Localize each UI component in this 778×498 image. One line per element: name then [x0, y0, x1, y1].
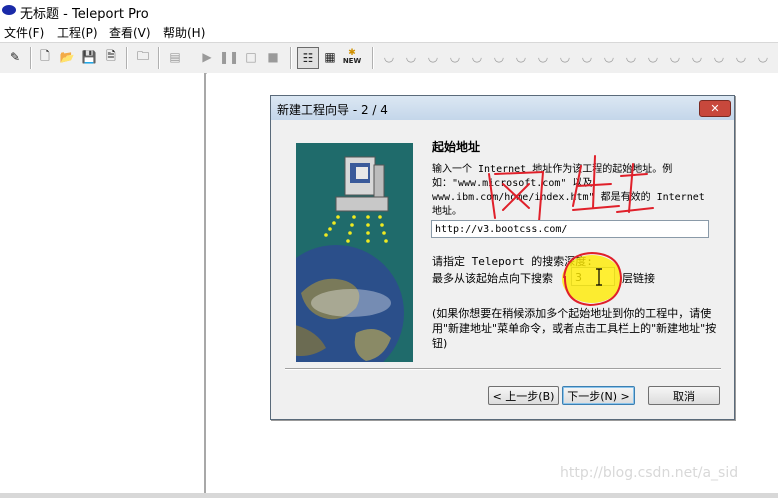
stop-filled-icon[interactable]: ■: [264, 48, 282, 66]
toolbar-separator: [126, 47, 128, 69]
bookmark-icon[interactable]: ◡: [380, 48, 398, 66]
toolbar-separator: [290, 47, 292, 69]
bookmark-icon[interactable]: ◡: [622, 48, 640, 66]
bookmark-icon[interactable]: ◡: [732, 48, 750, 66]
toolbar: ✎ 🗋 📂 💾 🗎 🗀 ▤ ▶ ❚❚ □ ■ ☷ ▦ ✱ NEW ◡ ◡ ◡ ◡ …: [0, 42, 778, 74]
stop-icon[interactable]: □: [242, 48, 260, 66]
project-properties-icon[interactable]: ✎: [6, 48, 24, 66]
wizard-illustration: [296, 143, 413, 362]
details-view-icon[interactable]: ☷: [297, 47, 319, 69]
computer-globe-illustration: [296, 143, 413, 362]
bookmark-icon[interactable]: ◡: [710, 48, 728, 66]
properties-icon[interactable]: 🗎: [102, 48, 120, 66]
depth-prefix-label: 最多从该起始点向下搜索: [432, 272, 553, 285]
cancel-button[interactable]: 取消: [648, 386, 720, 405]
bookmark-icon[interactable]: ◡: [402, 48, 420, 66]
open-folder-icon[interactable]: 📂: [58, 48, 76, 66]
menu-view[interactable]: 查看(V): [109, 24, 151, 41]
toolbar-separator: [158, 47, 160, 69]
window-title: 无标题 - Teleport Pro: [20, 7, 149, 22]
app-icon: [2, 5, 16, 15]
dialog-title-bar: 新建工程向导 - 2 / 4 ✕: [271, 96, 734, 120]
save-icon[interactable]: 💾: [80, 48, 98, 66]
menu-bar: 文件(F) 工程(P) 查看(V) 帮助(H): [0, 22, 778, 42]
bookmark-icon[interactable]: ◡: [556, 48, 574, 66]
toolbar-separator: [372, 47, 374, 69]
title-bar: 无标题 - Teleport Pro: [0, 0, 778, 22]
bookmark-icon[interactable]: ◡: [468, 48, 486, 66]
close-button[interactable]: ✕: [699, 100, 731, 117]
bookmark-icon[interactable]: ◡: [534, 48, 552, 66]
menu-file[interactable]: 文件(F): [4, 24, 44, 41]
start-address-input[interactable]: http://v3.bootcss.com/: [431, 220, 709, 238]
bookmark-icon[interactable]: ◡: [490, 48, 508, 66]
back-button[interactable]: < 上一步(B): [488, 386, 559, 405]
handwritten-annotation: [488, 155, 654, 223]
bookmark-icon[interactable]: ◡: [644, 48, 662, 66]
status-bar: [0, 493, 778, 498]
grid-view-icon[interactable]: ▦: [321, 48, 339, 66]
bookmark-icon[interactable]: ◡: [578, 48, 596, 66]
bookmark-icon[interactable]: ◡: [446, 48, 464, 66]
bookmark-icon[interactable]: ◡: [688, 48, 706, 66]
pause-icon[interactable]: ❚❚: [219, 48, 239, 66]
new-file-icon[interactable]: 🗋: [36, 48, 54, 66]
dialog-divider: [285, 368, 721, 370]
menu-help[interactable]: 帮助(H): [163, 24, 205, 41]
play-icon[interactable]: ▶: [198, 48, 216, 66]
toolbar-separator: [30, 47, 32, 69]
step-heading: 起始地址: [432, 140, 481, 154]
menu-project[interactable]: 工程(P): [57, 24, 98, 41]
new-badge: NEW: [342, 57, 362, 65]
dialog-title: 新建工程向导 - 2 / 4: [277, 103, 388, 117]
bookmark-icon[interactable]: ◡: [754, 48, 772, 66]
watermark: http://blog.csdn.net/a_sid: [560, 465, 739, 481]
bookmark-icon[interactable]: ◡: [424, 48, 442, 66]
new-item-icon[interactable]: ✱ NEW: [343, 48, 361, 66]
next-button[interactable]: 下一步(N) >: [562, 386, 635, 405]
bookmark-icon[interactable]: ◡: [600, 48, 618, 66]
bookmark-icon[interactable]: ◡: [512, 48, 530, 66]
list-icon[interactable]: ▤: [166, 48, 184, 66]
annotation-circle: [563, 251, 623, 307]
multiple-address-note: (如果你想要在稍候添加多个起始地址到你的工程中，请使用"新建地址"菜单命令，或者…: [432, 307, 717, 350]
bookmark-icon[interactable]: ◡: [666, 48, 684, 66]
project-tree-pane[interactable]: [0, 73, 206, 493]
text-cursor-icon: [596, 268, 602, 286]
new-folder-icon[interactable]: 🗀: [134, 48, 152, 66]
new-project-wizard-dialog: 新建工程向导 - 2 / 4 ✕ 起始地址 输入一个 Internet 地址作为…: [270, 95, 735, 420]
